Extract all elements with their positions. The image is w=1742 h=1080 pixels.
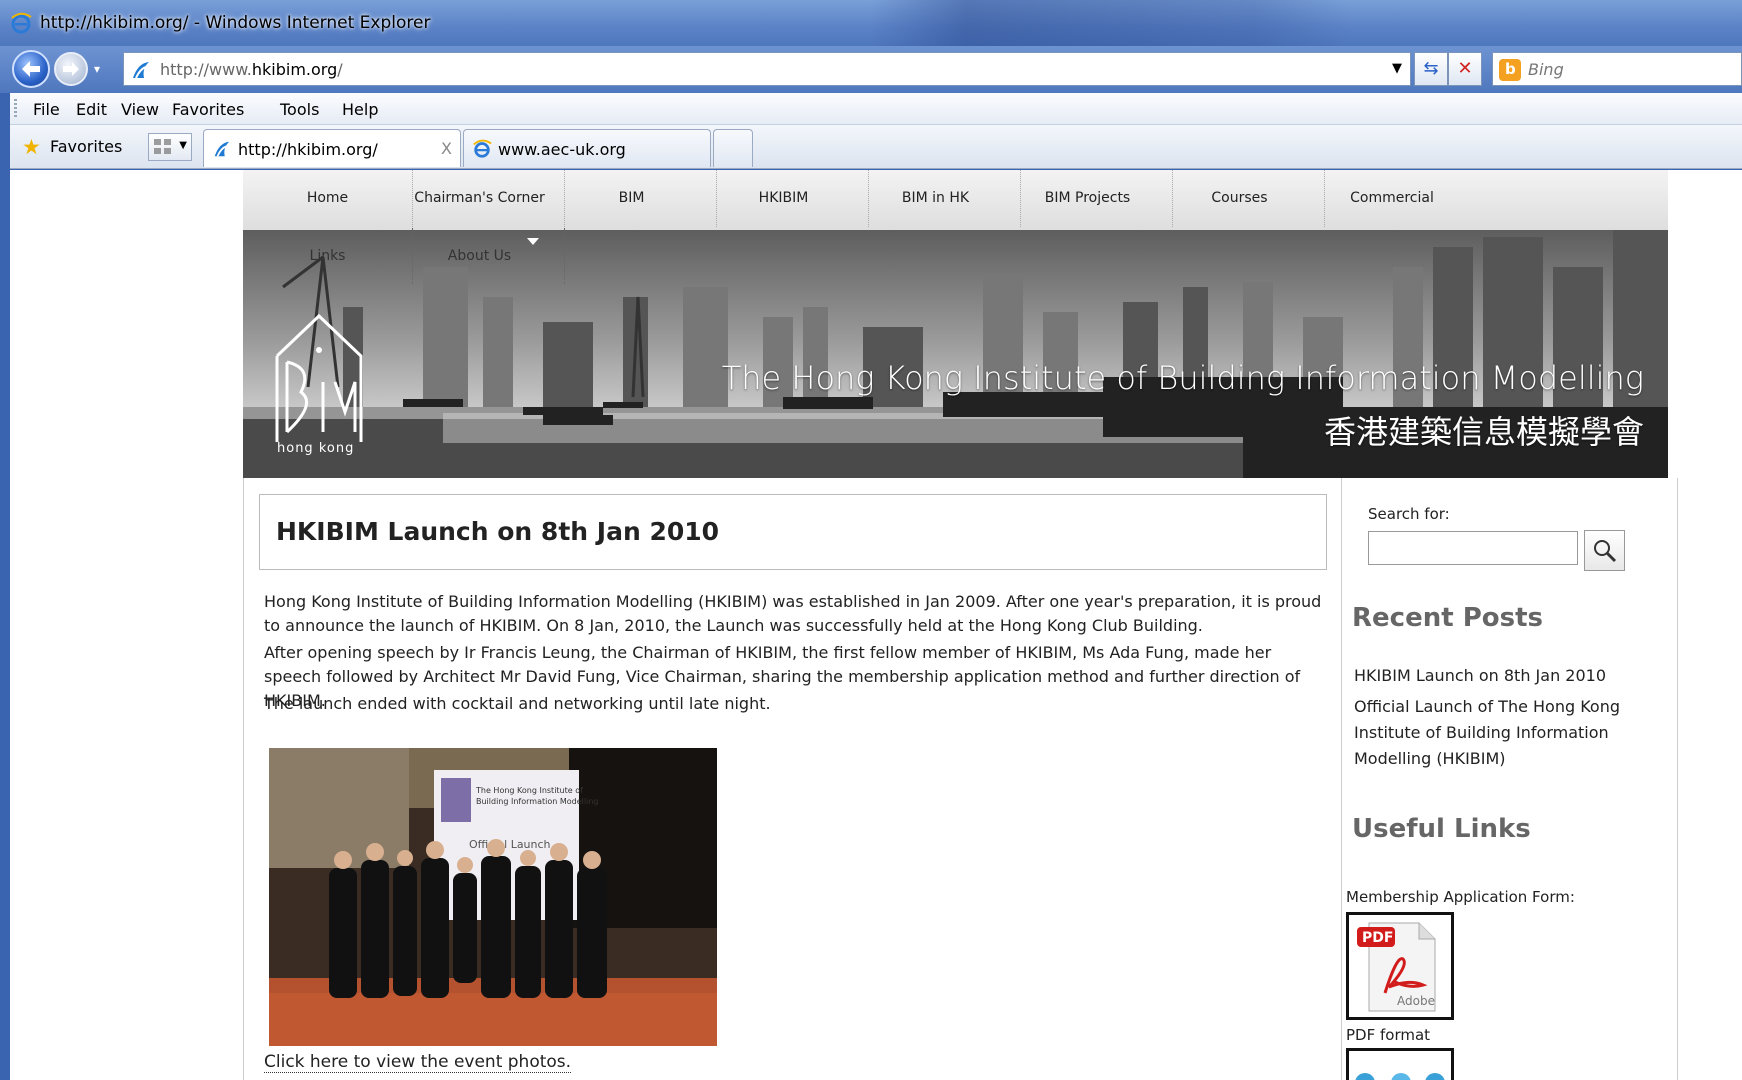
- search-label: Search for:: [1368, 505, 1450, 523]
- address-toolbar: ▾ http://www.hkibim.org/ ▼ ⇆ ✕ Bing: [0, 46, 1742, 93]
- back-button[interactable]: [12, 50, 50, 88]
- nav-commercial[interactable]: Commercial: [1307, 170, 1477, 227]
- svg-text:Building Information Modelling: Building Information Modelling: [476, 797, 598, 806]
- bing-icon: [1499, 59, 1521, 81]
- site-favicon-icon: [214, 141, 230, 157]
- nav-links[interactable]: Links: [243, 228, 413, 284]
- favorites-star-icon[interactable]: ★: [22, 135, 41, 159]
- pdf-format-label: PDF format: [1346, 1026, 1431, 1044]
- tab-close-icon[interactable]: X: [441, 139, 452, 158]
- menu-view[interactable]: View: [121, 100, 159, 119]
- stop-button[interactable]: ✕: [1448, 52, 1482, 86]
- sidebar: Search for: Recent Posts HKIBIM Launch o…: [1341, 478, 1678, 1080]
- membership-form-label: Membership Application Form:: [1346, 888, 1575, 906]
- banner-title-english: The Hong Kong Institute of Building Info…: [721, 359, 1644, 397]
- recent-post-link[interactable]: HKIBIM Launch on 8th Jan 2010: [1354, 663, 1644, 689]
- site-favicon-icon: [133, 62, 149, 79]
- event-photos-link[interactable]: Click here to view the event photos.: [264, 1052, 572, 1073]
- page-content: hong kong The Hong Kong Institute of Bui…: [10, 170, 1742, 1080]
- toolbar-grip[interactable]: [14, 99, 17, 119]
- menu-tools[interactable]: Tools: [280, 100, 319, 119]
- tab-label: www.aec-uk.org: [498, 140, 626, 159]
- nav-about-us[interactable]: About Us: [395, 228, 565, 284]
- hkibim-website: hong kong The Hong Kong Institute of Bui…: [233, 170, 1678, 1080]
- post-title-box: HKIBIM Launch on 8th Jan 2010: [259, 494, 1327, 570]
- bim-logo: [275, 313, 363, 442]
- svg-text:Official Launch: Official Launch: [469, 838, 551, 851]
- menu-file[interactable]: File: [33, 100, 60, 119]
- recent-post-link[interactable]: Official Launch of The Hong Kong Institu…: [1354, 694, 1644, 772]
- submenu-arrow-icon: [527, 238, 539, 245]
- svg-text:The Hong Kong Institute of: The Hong Kong Institute of: [475, 786, 583, 795]
- pdf-download-link[interactable]: PDF Adobe: [1346, 912, 1454, 1020]
- internet-explorer-icon: [11, 12, 32, 34]
- menu-bar: File Edit View Favorites Tools Help: [10, 93, 1742, 125]
- search-placeholder: Bing: [1528, 60, 1564, 79]
- refresh-button[interactable]: ⇆: [1414, 52, 1448, 86]
- address-bar[interactable]: http://www.hkibim.org/ ▼: [123, 52, 1411, 86]
- menu-favorites[interactable]: Favorites: [172, 100, 244, 119]
- favorites-button[interactable]: Favorites: [50, 137, 122, 156]
- group-photo-image: The Hong Kong Institute of Building Info…: [269, 748, 717, 1046]
- globe-icon: [1355, 1073, 1445, 1080]
- menu-help[interactable]: Help: [342, 100, 378, 119]
- post-paragraph: The launch ended with cocktail and netwo…: [264, 694, 771, 713]
- search-box[interactable]: Bing: [1492, 52, 1742, 86]
- internet-explorer-icon: [473, 139, 492, 158]
- main-content: HKIBIM Launch on 8th Jan 2010 Hong Kong …: [243, 478, 1341, 1080]
- menu-edit[interactable]: Edit: [76, 100, 107, 119]
- tab-hkibim[interactable]: http://hkibim.org/ X: [203, 129, 461, 167]
- tab-list-dropdown-icon[interactable]: ▼: [179, 140, 187, 151]
- quick-tabs-button[interactable]: ▼: [148, 133, 192, 161]
- recent-pages-dropdown-icon[interactable]: ▾: [94, 62, 108, 76]
- nav-chairmans-corner[interactable]: Chairman's Corner: [395, 170, 565, 227]
- window-title: http://hkibim.org/ - Windows Internet Ex…: [40, 13, 431, 33]
- tab-aec-uk[interactable]: www.aec-uk.org: [463, 129, 711, 167]
- window-title-bar: http://hkibim.org/ - Windows Internet Ex…: [0, 0, 1742, 46]
- nav-hkibim[interactable]: HKIBIM: [699, 170, 869, 227]
- forward-arrow-icon: [63, 62, 79, 76]
- magnifier-icon: [1594, 540, 1617, 563]
- address-url: http://www.hkibim.org/: [160, 60, 343, 79]
- new-tab-button[interactable]: [713, 129, 753, 167]
- nav-bim[interactable]: BIM: [547, 170, 717, 227]
- adobe-pdf-icon: PDF Adobe: [1357, 922, 1436, 1012]
- event-photo[interactable]: The Hong Kong Institute of Building Info…: [269, 748, 717, 1046]
- post-title[interactable]: HKIBIM Launch on 8th Jan 2010: [276, 517, 719, 546]
- banner-title-chinese: 香港建築信息模擬學會: [1323, 413, 1644, 451]
- back-arrow-icon: [22, 61, 40, 77]
- tab-label: http://hkibim.org/: [238, 140, 378, 159]
- site-search-input[interactable]: [1368, 531, 1578, 565]
- nav-home[interactable]: Home: [243, 170, 413, 227]
- svg-text:Adobe: Adobe: [1397, 994, 1435, 1008]
- site-search-button[interactable]: [1584, 530, 1625, 571]
- forward-button[interactable]: [54, 52, 88, 86]
- nav-bim-projects[interactable]: BIM Projects: [1003, 170, 1173, 227]
- nav-bim-in-hk[interactable]: BIM in HK: [851, 170, 1021, 227]
- logo-caption: hong kong: [277, 441, 355, 456]
- quick-tabs-icon: [154, 139, 172, 155]
- address-dropdown-icon[interactable]: ▼: [1392, 61, 1402, 76]
- next-link-icon[interactable]: [1346, 1048, 1454, 1080]
- main-navigation: Home Chairman's Corner BIM HKIBIM BIM in…: [243, 170, 1668, 230]
- recent-posts-heading: Recent Posts: [1352, 603, 1543, 633]
- svg-text:PDF: PDF: [1362, 930, 1393, 946]
- useful-links-heading: Useful Links: [1352, 814, 1531, 844]
- nav-courses[interactable]: Courses: [1155, 170, 1325, 227]
- favorites-tab-bar: ★ Favorites ▼ http://hkibim.org/ X www.a…: [10, 125, 1742, 169]
- post-paragraph: Hong Kong Institute of Building Informat…: [264, 592, 1322, 635]
